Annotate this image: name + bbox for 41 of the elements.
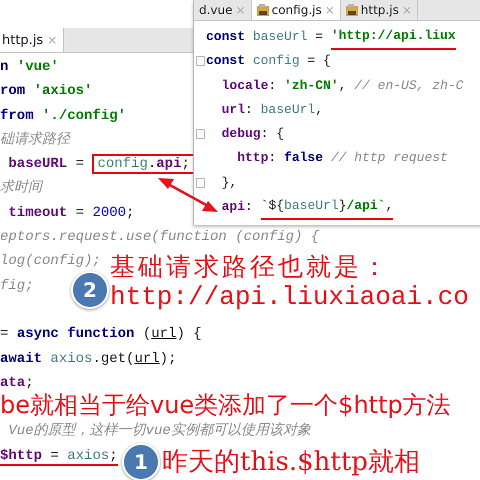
editor-tab[interactable]: config.js × <box>252 0 341 20</box>
code-line: debug: { <box>220 125 284 144</box>
code-line: eptors.request.use(function (config) { <box>0 229 320 246</box>
annotation-text: 昨天的this.$http就相 <box>162 447 420 477</box>
code-line: baseUrl <box>252 28 308 46</box>
number-badge: 1 <box>122 443 160 480</box>
annotation-text: http://api.liuxiaoai.co <box>110 282 469 312</box>
highlight-underline: `${baseUrl}/api`, <box>260 194 394 220</box>
code-line: await axios.get(url); <box>0 350 176 367</box>
code-line: 求时间 <box>0 180 42 196</box>
highlight-underline: $http = axios; <box>0 448 118 466</box>
code-line: }, <box>220 174 238 192</box>
highlight-underline: 'http://api.liux <box>330 24 456 50</box>
editor-tab[interactable]: http.js × <box>0 28 64 52</box>
code-line: 础请求路径 <box>0 132 70 148</box>
code-line: = <box>74 156 86 172</box>
code-line: log(config); <box>0 253 101 270</box>
code-line: ata; <box>0 374 34 391</box>
code-line: baseURL <box>7 156 68 172</box>
fold-marker-icon[interactable] <box>196 129 204 140</box>
code-line: rom 'axios' <box>0 83 92 100</box>
code-line: const <box>206 28 246 46</box>
fold-marker-icon[interactable] <box>196 178 204 188</box>
code-line: const config = { <box>206 52 331 70</box>
double-arrow <box>158 178 218 212</box>
code-line: timeout = 2000; <box>7 204 134 221</box>
code-line: api <box>220 198 246 216</box>
code-line: = <box>314 28 324 46</box>
code-line: n 'vue' <box>0 59 59 75</box>
fold-marker-icon[interactable] <box>196 56 204 66</box>
code-line: = async function (url) { <box>0 326 202 342</box>
number-badge: 2 <box>71 271 109 309</box>
annotation-text: 基础请求路径也就是： <box>110 252 391 282</box>
code-line: Vue的原型，这样一切vue实例都可以使用该对象 <box>7 423 311 440</box>
code-line: from './config' <box>0 108 126 124</box>
code-line: fig; <box>0 278 34 294</box>
code-line: url: baseUrl, <box>220 100 324 119</box>
annotation-text: be就相当于给vue类添加了一个$http方法 <box>0 391 451 419</box>
code-line: locale: 'zh-CN', // en-US, zh-C <box>220 76 464 95</box>
code-line: http: false // http request <box>236 149 448 168</box>
code-line: : <box>245 198 254 216</box>
